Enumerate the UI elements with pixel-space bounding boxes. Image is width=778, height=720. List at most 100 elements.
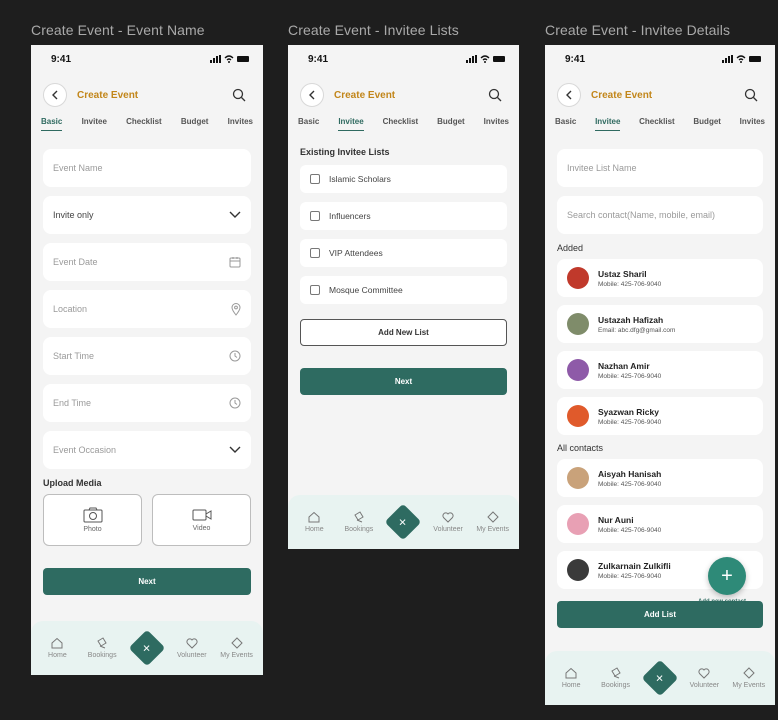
upload-row: Photo Video	[31, 494, 263, 546]
heart-icon	[442, 511, 454, 523]
list-item-label: VIP Attendees	[329, 248, 383, 258]
nav-my-events[interactable]: My Events	[728, 667, 770, 689]
signal-icon	[210, 55, 221, 63]
invitee-list-name-input[interactable]: Invitee List Name	[557, 149, 763, 187]
tab-invitee[interactable]: Invitee	[82, 117, 107, 130]
nav-bookings[interactable]: Bookings	[81, 637, 123, 659]
avatar	[567, 513, 589, 535]
search-button[interactable]	[739, 83, 763, 107]
event-date-field[interactable]: Event Date	[43, 243, 251, 281]
tab-budget[interactable]: Budget	[693, 117, 721, 130]
invite-type-value: Invite only	[53, 210, 94, 220]
contact-name: Ustazah Hafizah	[598, 314, 664, 325]
upload-video-button[interactable]: Video	[152, 494, 251, 546]
event-occasion-select[interactable]: Event Occasion	[43, 431, 251, 469]
added-section-label: Added	[557, 243, 584, 253]
frame-title-invitee-details: Create Event - Invitee Details	[545, 22, 731, 38]
event-name-field[interactable]: Event Name	[43, 149, 251, 187]
upload-photo-button[interactable]: Photo	[43, 494, 142, 546]
invitee-list-item[interactable]: Islamic Scholars	[300, 165, 507, 193]
tab-budget[interactable]: Budget	[437, 117, 465, 130]
checkbox[interactable]	[310, 211, 320, 221]
nav-volunteer[interactable]: Volunteer	[683, 667, 725, 689]
search-button[interactable]	[483, 83, 507, 107]
plus-icon: +	[721, 564, 733, 587]
nav-my-events[interactable]: My Events	[216, 637, 258, 659]
tab-basic[interactable]: Basic	[41, 117, 63, 131]
checkbox[interactable]	[310, 248, 320, 258]
contact-row[interactable]: Ustazah Hafizah Email: abc.dfg@gmail.com	[557, 305, 763, 343]
invitee-list-item[interactable]: Influencers	[300, 202, 507, 230]
frame-title-event-name: Create Event - Event Name	[31, 22, 205, 38]
next-button[interactable]: Next	[43, 568, 251, 595]
back-button[interactable]	[300, 83, 324, 107]
checkbox[interactable]	[310, 285, 320, 295]
upload-media-label: Upload Media	[43, 478, 102, 488]
end-time-field[interactable]: End Time	[43, 384, 251, 422]
heart-icon	[698, 667, 710, 679]
contact-row[interactable]: Syazwan Ricky Mobile: 425-706-9040	[557, 397, 763, 435]
tab-invitee[interactable]: Invitee	[595, 117, 621, 131]
contact-text: Ustaz Sharil Mobile: 425-706-9040	[598, 269, 661, 288]
avatar	[567, 559, 589, 581]
phone-invitee-details: 9:41 Create Event Basic Invitee Checklis…	[545, 45, 775, 705]
header: Create Event	[31, 73, 263, 117]
invitee-list-item[interactable]: VIP Attendees	[300, 239, 507, 267]
nav-volunteer[interactable]: Volunteer	[171, 637, 213, 659]
contact-detail: Mobile: 425-706-9040	[598, 572, 662, 580]
close-fab[interactable]: ×	[385, 503, 422, 541]
start-time-field[interactable]: Start Time	[43, 337, 251, 375]
back-button[interactable]	[557, 83, 581, 107]
nav-my-events[interactable]: My Events	[472, 511, 514, 533]
contact-row[interactable]: Nur Auni Mobile: 425-706-9040	[557, 505, 763, 543]
status-icons	[210, 55, 249, 63]
nav-home[interactable]: Home	[293, 511, 335, 533]
add-list-button[interactable]: Add List	[557, 601, 763, 628]
tab-checklist[interactable]: Checklist	[639, 117, 675, 130]
search-button[interactable]	[227, 83, 251, 107]
tab-checklist[interactable]: Checklist	[383, 117, 419, 130]
nav-bookings[interactable]: Bookings	[338, 511, 380, 533]
close-fab[interactable]: ×	[128, 629, 166, 667]
search-icon	[744, 88, 758, 102]
back-button[interactable]	[43, 83, 67, 107]
contact-detail: Mobile: 425-706-9040	[598, 372, 662, 380]
bottom-nav: Home Bookings × Volunteer My Events	[545, 651, 775, 705]
home-icon	[308, 511, 320, 523]
location-field[interactable]: Location	[43, 290, 251, 328]
nav-close[interactable]: ×	[639, 659, 681, 697]
tab-basic[interactable]: Basic	[298, 117, 319, 130]
contact-row[interactable]: Aisyah Hanisah Mobile: 425-706-9040	[557, 459, 763, 497]
invitee-list-item[interactable]: Mosque Committee	[300, 276, 507, 304]
tab-invitee[interactable]: Invitee	[338, 117, 364, 131]
tab-basic[interactable]: Basic	[555, 117, 576, 130]
tab-budget[interactable]: Budget	[181, 117, 209, 130]
contact-row[interactable]: Nazhan Amir Mobile: 425-706-9040	[557, 351, 763, 389]
nav-bookings[interactable]: Bookings	[595, 667, 637, 689]
nav-close[interactable]: ×	[382, 503, 424, 541]
tab-invites[interactable]: Invites	[228, 117, 253, 130]
added-contacts-list: Ustaz Sharil Mobile: 425-706-9040 Ustazah …	[545, 259, 775, 435]
nav-volunteer[interactable]: Volunteer	[427, 511, 469, 533]
checkbox[interactable]	[310, 174, 320, 184]
nav-home[interactable]: Home	[550, 667, 592, 689]
nav-home[interactable]: Home	[36, 637, 78, 659]
tab-invites[interactable]: Invites	[484, 117, 509, 130]
event-occasion-placeholder: Event Occasion	[53, 445, 117, 455]
invite-type-select[interactable]: Invite only	[43, 196, 251, 234]
tab-checklist[interactable]: Checklist	[126, 117, 162, 130]
contact-row[interactable]: Ustaz Sharil Mobile: 425-706-9040	[557, 259, 763, 297]
next-button[interactable]: Next	[300, 368, 507, 395]
tag-icon	[743, 667, 755, 679]
close-fab[interactable]: ×	[641, 659, 679, 697]
contact-detail: Mobile: 425-706-9040	[598, 418, 662, 426]
add-contact-fab[interactable]: +	[708, 557, 746, 595]
bottom-nav: Home Bookings × Volunteer My Events	[288, 495, 519, 549]
avatar	[567, 405, 589, 427]
search-contact-input[interactable]: Search contact(Name, mobile, email)	[557, 196, 763, 234]
nav-close[interactable]: ×	[126, 629, 168, 667]
contact-text: Nazhan Amir Mobile: 425-706-9040	[598, 361, 661, 380]
add-new-list-button[interactable]: Add New List	[300, 319, 507, 346]
tab-invites[interactable]: Invites	[740, 117, 765, 130]
status-bar: 9:41	[288, 45, 519, 73]
